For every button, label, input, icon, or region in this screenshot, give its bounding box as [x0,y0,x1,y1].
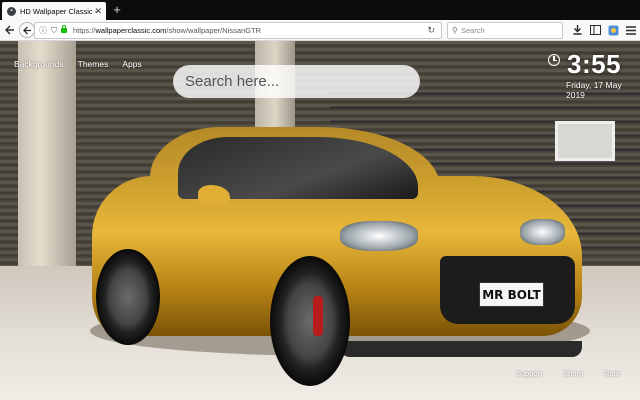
info-icon[interactable]: ⓘ [39,25,47,36]
search-input[interactable] [185,73,405,90]
library-icon[interactable] [588,23,602,37]
car-wheel [270,256,350,386]
car-front-lip [340,341,582,357]
rate-link[interactable]: Rate [604,369,620,378]
page-icon: ▪ [7,6,16,16]
forward-arrow-icon[interactable] [19,22,35,38]
apps-link[interactable]: Apps [122,59,141,69]
reload-icon[interactable]: ↻ [427,25,435,36]
close-icon[interactable]: ✕ [94,5,102,17]
search-icon: ⚲ [452,26,458,35]
download-icon[interactable] [570,23,584,37]
browser-tab[interactable]: ▪ HD Wallpaper Classic - NissanGTR ✕ [2,2,106,20]
tab-strip: ▪ HD Wallpaper Classic - NissanGTR ✕ + [0,0,640,20]
back-arrow-icon[interactable] [2,22,18,38]
brake-caliper [313,296,323,336]
browser-search-field[interactable]: ⚲ Search [447,22,563,39]
alarm-clock-icon[interactable] [548,54,560,66]
url-path: /show/wallpaper/NissanGTR [166,26,261,35]
url-host: wallpaperclassic.com [95,26,167,35]
wall-screen [555,121,615,161]
url-bar[interactable]: ⓘ ⛉ https://wallpaperclassic.com/show/wa… [34,22,442,39]
footer-links: Support Share Rate [495,369,620,378]
navigation-toolbar: ⓘ ⛉ https://wallpaperclassic.com/show/wa… [0,20,640,41]
lock-icon[interactable] [61,25,67,33]
backgrounds-link[interactable]: Backgrounds [14,59,64,69]
hamburger-menu-icon[interactable] [624,23,638,37]
car-headlight [520,219,565,245]
clock-date: Friday, 17 May 2019 [566,80,622,100]
car-headlight [340,221,418,251]
clock-time: 3:55 [567,49,622,79]
web-search-box[interactable] [173,65,420,98]
tab-title: HD Wallpaper Classic - NissanGTR [20,6,98,16]
themes-link[interactable]: Themes [78,59,109,69]
search-placeholder: Search [460,26,485,35]
new-tab-button[interactable]: + [110,2,124,18]
support-link[interactable]: Support [516,369,542,378]
shield-icon[interactable]: ⛉ [51,26,57,36]
url-text[interactable]: https://wallpaperclassic.com/show/wallpa… [73,26,261,35]
share-link[interactable]: Share [563,369,583,378]
car-wheel [96,249,160,345]
license-plate: MR BOLT [479,282,544,307]
quick-links: Backgrounds Themes Apps [14,59,156,69]
extension-icon[interactable] [606,23,620,37]
url-prefix: https:// [73,26,96,35]
wall-pillar [18,41,76,281]
